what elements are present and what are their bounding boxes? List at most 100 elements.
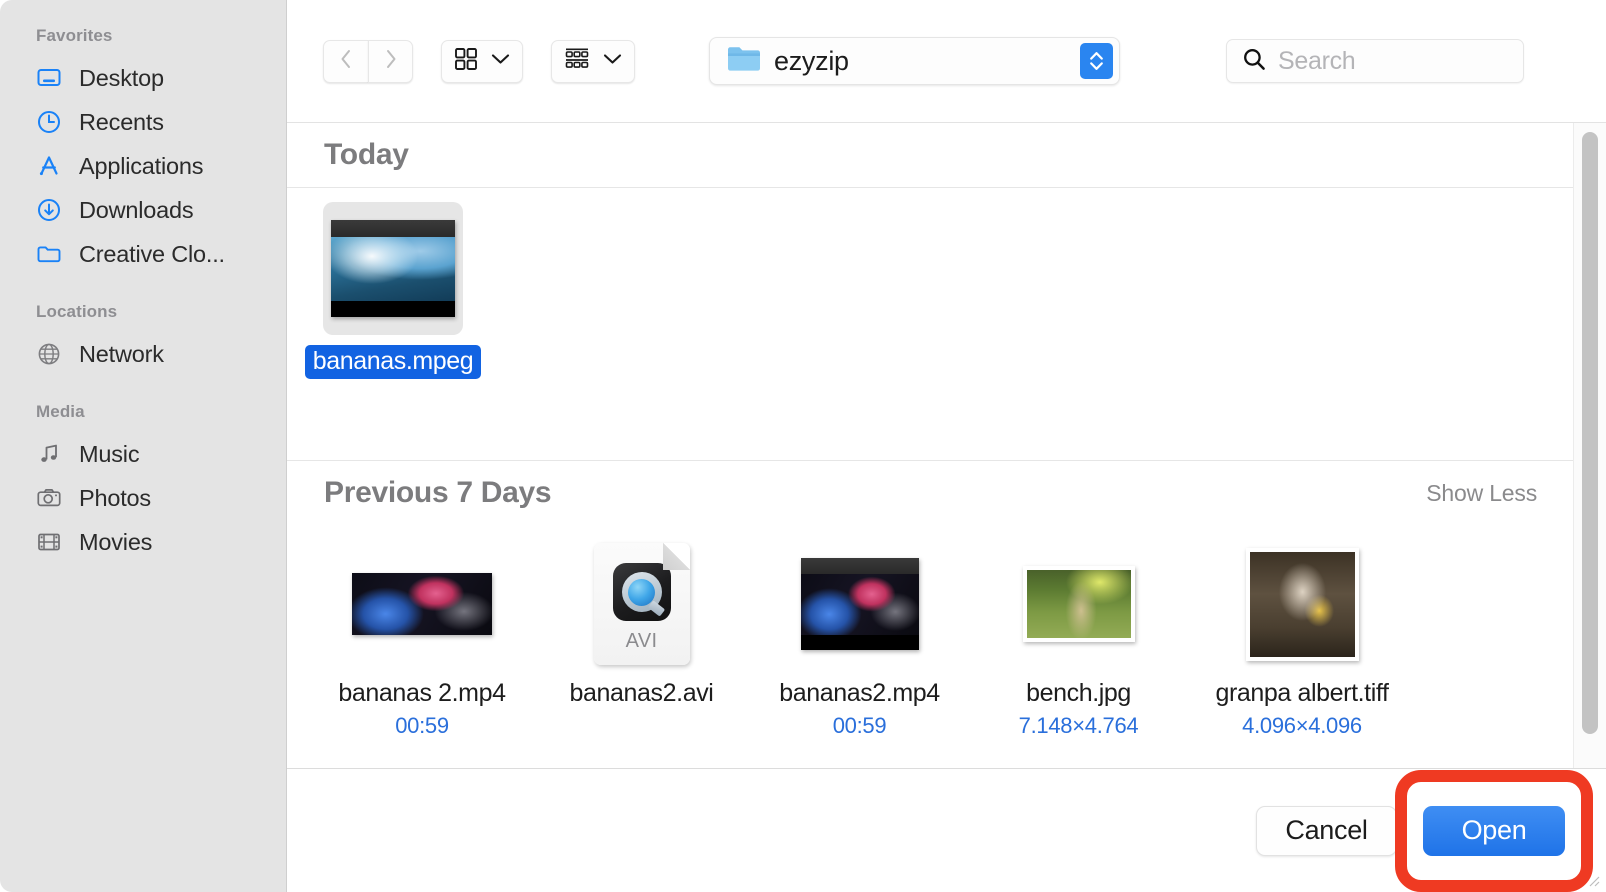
path-popup-button[interactable]: ezyzip (709, 37, 1120, 85)
chevron-right-icon (381, 48, 401, 75)
sidebar-item-label: Applications (79, 153, 203, 180)
open-file-dialog: Favorites Desktop Recents Applications (0, 0, 1606, 892)
file-thumbnail (352, 539, 492, 669)
magnifier-icon (1242, 47, 1266, 76)
sidebar-item-label: Photos (79, 485, 151, 512)
desktop-icon (36, 65, 62, 91)
file-item[interactable]: granpa albert.tiff 4.096×4.096 (1188, 525, 1416, 739)
sidebar-item-downloads[interactable]: Downloads (0, 188, 286, 232)
file-name: granpa albert.tiff (1215, 679, 1388, 708)
sidebar-group-locations: Locations Network (0, 302, 286, 376)
file-thumbnail (1232, 539, 1372, 669)
music-note-icon (36, 441, 62, 467)
main-pane: ezyzip Search (287, 0, 1606, 892)
dialog-footer: Cancel Open (287, 768, 1606, 892)
sidebar-item-label: Music (79, 441, 139, 468)
sidebar-item-creative-cloud[interactable]: Creative Clo... (0, 232, 286, 276)
open-button[interactable]: Open (1423, 806, 1565, 856)
back-button[interactable] (323, 40, 368, 83)
view-mode-button[interactable] (441, 40, 523, 83)
search-field[interactable]: Search (1226, 39, 1524, 83)
sidebar-item-music[interactable]: Music (0, 432, 286, 476)
camera-icon (36, 485, 62, 511)
sidebar-item-label: Recents (79, 109, 164, 136)
page-fold-icon (663, 543, 690, 570)
folder-icon (36, 241, 62, 267)
resize-grip-icon[interactable] (1586, 873, 1600, 887)
path-label: ezyzip (774, 46, 849, 77)
grid-view-icon (454, 47, 478, 76)
toolbar: ezyzip Search (287, 0, 1606, 123)
file-item[interactable]: bananas.mpeg (305, 188, 481, 384)
file-thumbnail (323, 202, 463, 335)
file-row: bananas.mpeg (287, 188, 1573, 384)
section-body: bananas 2.mp4 00:59 (287, 525, 1573, 739)
quicktime-icon (613, 563, 671, 621)
file-list: Today (287, 123, 1573, 768)
sidebar-group-favorites: Favorites Desktop Recents Applications (0, 26, 286, 276)
sidebar-group-title: Media (0, 402, 286, 422)
cancel-button[interactable]: Cancel (1256, 806, 1397, 856)
download-icon (36, 197, 62, 223)
section-title: Previous 7 Days (324, 476, 551, 510)
group-by-button[interactable] (551, 40, 635, 83)
sidebar-item-recents[interactable]: Recents (0, 100, 286, 144)
file-meta: 7.148×4.764 (1019, 713, 1139, 739)
applications-icon (36, 153, 62, 179)
chevron-left-icon (336, 48, 356, 75)
file-item[interactable]: bananas2.mp4 00:59 (750, 525, 969, 739)
sidebar-item-desktop[interactable]: Desktop (0, 56, 286, 100)
video-smoke-letterbox-thumbnail (801, 558, 919, 650)
file-meta: 00:59 (395, 713, 449, 739)
file-item[interactable]: bananas 2.mp4 00:59 (311, 525, 533, 739)
granpa-albert-photo-thumbnail (1246, 548, 1359, 661)
video-wave-thumbnail (331, 220, 455, 317)
file-name: bananas.mpeg (305, 345, 482, 379)
sidebar-group-title: Favorites (0, 26, 286, 46)
file-type-label: AVI (626, 630, 658, 653)
blue-folder-icon (727, 45, 761, 77)
file-item[interactable]: bench.jpg 7.148×4.764 (969, 525, 1188, 739)
bench-photo-thumbnail (1023, 566, 1135, 642)
file-thumbnail (790, 539, 930, 669)
scrollbar-thumb[interactable] (1582, 132, 1598, 734)
navigation-buttons (323, 40, 413, 83)
chevron-down-icon (491, 52, 510, 70)
sidebar-item-label: Network (79, 341, 164, 368)
sidebar-item-network[interactable]: Network (0, 332, 286, 376)
file-item[interactable]: AVI bananas2.avi (533, 525, 750, 739)
globe-icon (36, 341, 62, 367)
file-name: bananas2.mp4 (779, 679, 940, 708)
group-by-icon (564, 47, 590, 76)
chevron-down-icon (603, 52, 622, 70)
file-meta: 4.096×4.096 (1242, 713, 1362, 739)
forward-button[interactable] (368, 40, 413, 83)
chevron-up-down-icon[interactable] (1080, 43, 1113, 79)
sidebar-item-photos[interactable]: Photos (0, 476, 286, 520)
file-name: bananas 2.mp4 (338, 679, 505, 708)
video-smoke-thumbnail (352, 573, 492, 635)
sidebar-group-title: Locations (0, 302, 286, 322)
sidebar-item-label: Downloads (79, 197, 193, 224)
section-title: Today (324, 138, 409, 172)
section-header: Today (287, 123, 1573, 188)
sidebar: Favorites Desktop Recents Applications (0, 0, 287, 892)
sidebar-item-applications[interactable]: Applications (0, 144, 286, 188)
file-meta: 00:59 (833, 713, 887, 739)
search-input[interactable]: Search (1278, 47, 1355, 76)
sidebar-item-movies[interactable]: Movies (0, 520, 286, 564)
section-header: Previous 7 Days Show Less (287, 461, 1573, 525)
file-name: bananas2.avi (570, 679, 714, 708)
clock-icon (36, 109, 62, 135)
section-body: bananas.mpeg (287, 188, 1573, 460)
section-previous-7-days: Previous 7 Days Show Less bananas 2.mp4 (287, 461, 1573, 739)
file-row: bananas 2.mp4 00:59 (287, 525, 1573, 739)
vertical-scrollbar[interactable] (1573, 123, 1606, 768)
section-today: Today (287, 123, 1573, 460)
film-strip-icon (36, 529, 62, 555)
avi-document-icon: AVI (594, 543, 690, 665)
sidebar-item-label: Movies (79, 529, 152, 556)
file-browser: Today (287, 123, 1606, 768)
show-less-button[interactable]: Show Less (1426, 480, 1537, 507)
file-thumbnail (1009, 539, 1149, 669)
